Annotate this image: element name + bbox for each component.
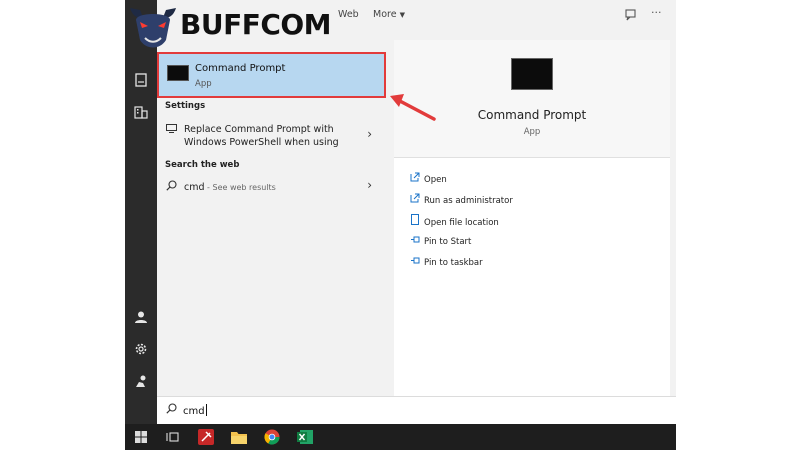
- chevron-right-icon[interactable]: ›: [367, 127, 372, 141]
- text-caret: [205, 404, 207, 416]
- divider: [394, 157, 670, 158]
- action-open[interactable]: Open: [410, 172, 447, 185]
- search-icon: [166, 403, 177, 417]
- web-result-item[interactable]: cmd - See web results ›: [157, 178, 386, 197]
- settings-result-item[interactable]: Replace Command Prompt with Windows Powe…: [157, 121, 386, 155]
- app-pin-icon[interactable]: [198, 429, 214, 445]
- pin-icon: [410, 235, 424, 247]
- web-query-suffix: - See web results: [204, 183, 276, 192]
- best-match-subtitle: App: [195, 79, 212, 89]
- file-icon: [410, 214, 424, 228]
- chevron-down-icon: ▼: [399, 11, 405, 19]
- search-box[interactable]: cmd: [157, 396, 676, 424]
- excel-icon[interactable]: [297, 429, 313, 445]
- pin-icon: [410, 256, 424, 268]
- building-icon[interactable]: [133, 104, 149, 120]
- callout-arrow: [390, 94, 436, 121]
- action-run-as-administrator[interactable]: Run as administrator: [410, 193, 513, 206]
- tab-web[interactable]: Web: [338, 9, 359, 20]
- web-query: cmd: [184, 182, 205, 193]
- more-options-icon[interactable]: ···: [651, 6, 662, 19]
- file-explorer-icon[interactable]: [231, 429, 247, 445]
- windows-start-icon[interactable]: [134, 429, 150, 445]
- search-input[interactable]: cmd: [183, 404, 207, 417]
- settings-item-line2: Windows PowerShell when using: [184, 137, 339, 148]
- chrome-icon[interactable]: [264, 429, 280, 445]
- settings-heading: Settings: [165, 101, 206, 111]
- logo-text: BUFFCOM: [180, 8, 332, 41]
- user-icon[interactable]: [133, 309, 149, 325]
- action-open-file-location[interactable]: Open file location: [410, 214, 499, 228]
- power-user-icon[interactable]: [133, 373, 149, 389]
- tab-more[interactable]: More ▼: [373, 9, 405, 20]
- best-match-title: Command Prompt: [195, 63, 286, 74]
- best-match-command-prompt[interactable]: Command Prompt App: [157, 52, 386, 98]
- command-prompt-icon: [167, 65, 189, 81]
- document-icon[interactable]: [133, 72, 149, 88]
- gear-icon[interactable]: [133, 341, 149, 357]
- buffcom-logo: BUFFCOM: [126, 0, 332, 50]
- monitor-icon: [166, 124, 177, 136]
- task-view-icon[interactable]: [166, 429, 182, 445]
- action-pin-to-start[interactable]: Pin to Start: [410, 235, 471, 247]
- chevron-right-icon[interactable]: ›: [367, 178, 372, 192]
- settings-item-line1: Replace Command Prompt with: [184, 124, 334, 135]
- bull-mascot-icon: [130, 8, 176, 48]
- shield-icon: [410, 193, 424, 206]
- taskbar: [125, 424, 676, 450]
- command-prompt-icon: [511, 58, 553, 90]
- search-icon: [166, 180, 177, 194]
- action-pin-to-taskbar[interactable]: Pin to taskbar: [410, 256, 483, 268]
- preview-subtitle: App: [523, 127, 541, 137]
- feedback-icon[interactable]: [624, 7, 638, 26]
- start-left-rail: [125, 0, 157, 424]
- search-web-heading: Search the web: [165, 160, 240, 170]
- open-icon: [410, 172, 424, 185]
